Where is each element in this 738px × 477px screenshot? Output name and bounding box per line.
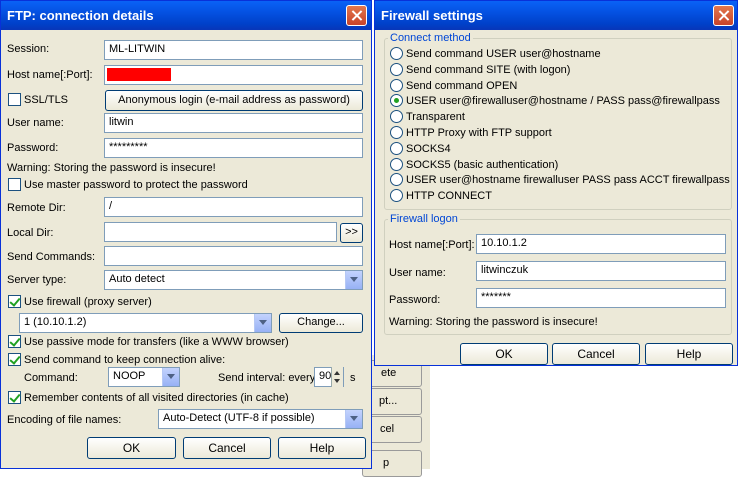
- connect-method-radio[interactable]: [390, 47, 403, 60]
- keepalive-checkbox[interactable]: [8, 353, 21, 366]
- connect-method-label: SOCKS5 (basic authentication): [406, 158, 559, 171]
- local-dir-label: Local Dir:: [7, 227, 54, 239]
- passive-mode-label: Use passive mode for transfers (like a W…: [24, 336, 289, 348]
- ftp-connection-dialog: FTP: connection details Session: ML-LITW…: [0, 0, 372, 469]
- firewall-password-input[interactable]: *******: [476, 288, 726, 308]
- background-window: ete pt... cel p: [362, 355, 738, 477]
- close-icon[interactable]: [346, 5, 367, 26]
- connect-method-label: HTTP CONNECT: [406, 190, 492, 203]
- password-warning: Warning: Storing the password is insecur…: [7, 162, 216, 174]
- local-dir-input[interactable]: [104, 222, 337, 242]
- ftp-ok-button[interactable]: OK: [87, 437, 176, 459]
- connect-method-radio[interactable]: [390, 126, 403, 139]
- remember-dirs-checkbox[interactable]: [8, 391, 21, 404]
- connect-method-label: Send command OPEN: [406, 79, 518, 92]
- ssl-checkbox[interactable]: [8, 93, 21, 106]
- connect-method-label: USER user@hostname firewalluser PASS pas…: [406, 174, 730, 187]
- use-firewall-label: Use firewall (proxy server): [24, 296, 152, 308]
- chevron-down-icon[interactable]: [345, 410, 362, 428]
- firewall-cancel-button[interactable]: Cancel: [552, 343, 640, 365]
- firewall-host-label: Host name[:Port]:: [389, 239, 475, 251]
- remember-dirs-label: Remember contents of all visited directo…: [24, 392, 289, 404]
- anonymous-login-button[interactable]: Anonymous login (e-mail address as passw…: [105, 90, 363, 111]
- firewall-select[interactable]: 1 (10.10.1.2): [19, 313, 272, 333]
- master-password-label: Use master password to protect the passw…: [24, 179, 248, 191]
- server-type-select[interactable]: Auto detect: [104, 270, 363, 290]
- encoding-value: Auto-Detect (UTF-8 if possible): [163, 412, 315, 424]
- remote-dir-input[interactable]: /: [104, 197, 363, 217]
- firewall-help-button[interactable]: Help: [645, 343, 733, 365]
- command-label: Command:: [24, 372, 78, 384]
- redaction-mark: [107, 68, 171, 81]
- interval-unit: s: [350, 372, 356, 384]
- command-value: NOOP: [113, 370, 146, 382]
- send-commands-input[interactable]: [104, 246, 363, 266]
- ftp-help-button[interactable]: Help: [278, 437, 366, 459]
- interval-spinner-icon[interactable]: [331, 367, 343, 387]
- firewall-ok-button[interactable]: OK: [460, 343, 548, 365]
- connect-method-radio[interactable]: [390, 62, 403, 76]
- chevron-down-icon[interactable]: [345, 271, 362, 289]
- user-input[interactable]: litwin: [104, 113, 363, 133]
- password-label: Password:: [7, 142, 59, 154]
- change-firewall-button[interactable]: Change...: [279, 313, 363, 333]
- session-input[interactable]: ML-LITWIN: [104, 40, 363, 60]
- firewall-user-label: User name:: [389, 267, 446, 279]
- connect-method-label: Transparent: [406, 111, 465, 124]
- firewall-dialog-title: Firewall settings: [381, 8, 483, 23]
- connect-method-label: HTTP Proxy with FTP support: [406, 127, 552, 139]
- keepalive-label: Send command to keep connection alive:: [24, 354, 226, 366]
- connect-method-label: Send command USER user@hostname: [406, 48, 601, 60]
- firewall-value: 1 (10.10.1.2): [24, 316, 87, 328]
- ftp-dialog-titlebar: FTP: connection details: [1, 1, 371, 30]
- close-icon[interactable]: [713, 5, 734, 26]
- command-select[interactable]: NOOP: [108, 367, 180, 387]
- send-interval-label: Send interval: every: [218, 372, 316, 384]
- encoding-label: Encoding of file names:: [7, 414, 122, 426]
- ssl-label: SSL/TLS: [24, 94, 69, 106]
- password-input[interactable]: *********: [104, 138, 363, 158]
- host-label: Host name[:Port]:: [7, 69, 93, 81]
- firewall-settings-dialog: Firewall settings Connect method Send co…: [374, 0, 738, 366]
- connect-method-label: USER user@firewalluser@hostname / PASS p…: [406, 95, 720, 108]
- firewall-password-label: Password:: [389, 294, 441, 306]
- connect-method-radio[interactable]: [390, 78, 403, 92]
- use-firewall-checkbox[interactable]: [8, 295, 21, 308]
- ftp-dialog-title: FTP: connection details: [7, 8, 154, 23]
- connect-method-radio[interactable]: [390, 141, 403, 155]
- encoding-select[interactable]: Auto-Detect (UTF-8 if possible): [158, 409, 363, 429]
- host-input[interactable]: [104, 65, 363, 85]
- firewall-host-input[interactable]: 10.10.1.2: [476, 234, 726, 254]
- chevron-down-icon[interactable]: [162, 368, 179, 386]
- ftp-cancel-button[interactable]: Cancel: [183, 437, 271, 459]
- server-type-value: Auto detect: [109, 273, 165, 285]
- server-type-label: Server type:: [7, 274, 67, 286]
- connect-method-label: Send command SITE (with logon): [406, 63, 571, 76]
- master-password-checkbox[interactable]: [8, 178, 21, 191]
- connect-method-title: Connect method: [388, 32, 473, 44]
- connect-method-radio[interactable]: [390, 157, 403, 171]
- chevron-down-icon[interactable]: [254, 314, 271, 332]
- session-label: Session:: [7, 43, 50, 55]
- firewall-password-warning: Warning: Storing the password is insecur…: [389, 316, 598, 328]
- connect-method-label: SOCKS4: [406, 142, 451, 155]
- remote-dir-label: Remote Dir:: [7, 202, 66, 214]
- passive-mode-checkbox[interactable]: [8, 335, 21, 348]
- firewall-dialog-titlebar: Firewall settings: [375, 1, 737, 30]
- firewall-logon-title: Firewall logon: [388, 213, 460, 225]
- send-commands-label: Send Commands:: [7, 251, 96, 263]
- firewall-user-input[interactable]: litwinczuk: [476, 261, 726, 281]
- browse-local-dir-button[interactable]: >>: [340, 223, 363, 243]
- user-label: User name:: [7, 117, 64, 129]
